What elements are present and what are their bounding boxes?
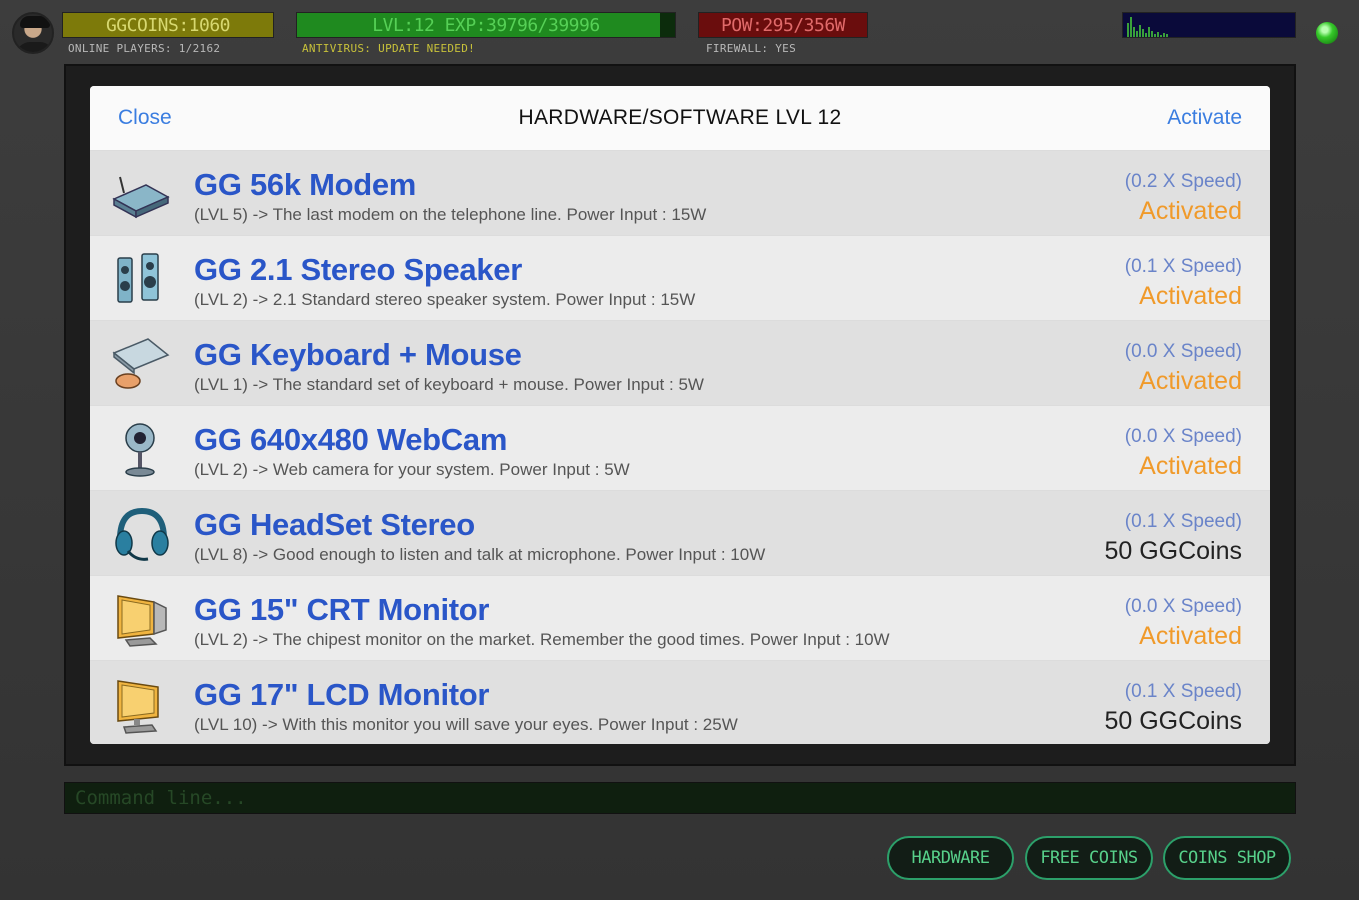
hardware-dialog: Close HARDWARE/SOFTWARE LVL 12 Activate … (90, 86, 1270, 744)
item-description: (LVL 8) -> Good enough to listen and tal… (194, 545, 766, 564)
keyboard-mouse-icon (110, 333, 172, 395)
item-name: GG HeadSet Stereo (194, 507, 475, 542)
item-description: (LVL 10) -> With this monitor you will s… (194, 715, 738, 734)
item-speed: (0.2 X Speed) (1124, 171, 1242, 192)
hardware-item-row[interactable]: GG 2.1 Stereo Speaker (LVL 2) -> 2.1 Stan… (90, 235, 1270, 320)
graph-bar (1148, 27, 1150, 37)
graph-bar (1154, 34, 1156, 37)
item-speed: (0.0 X Speed) (1124, 596, 1242, 617)
item-speed: (0.1 X Speed) (1124, 511, 1242, 532)
antivirus-status: ANTIVIRUS: UPDATE NEEDED! (302, 42, 476, 55)
item-description: (LVL 1) -> The standard set of keyboard … (194, 375, 704, 394)
hardware-item-row[interactable]: GG 56k Modem (LVL 5) -> The last modem on… (90, 150, 1270, 235)
item-activated-status: Activated (1139, 367, 1242, 395)
graph-bar (1163, 33, 1165, 37)
item-speed: (0.0 X Speed) (1124, 341, 1242, 362)
item-name: GG 640x480 WebCam (194, 422, 508, 457)
item-description: (LVL 2) -> The chipest monitor on the ma… (194, 630, 890, 649)
graph-bar (1157, 32, 1159, 37)
item-price[interactable]: 50 GGCoins (1104, 707, 1242, 736)
item-name: GG 56k Modem (194, 167, 417, 202)
status-led-icon (1316, 22, 1338, 44)
item-price[interactable]: 50 GGCoins (1104, 537, 1242, 566)
item-activated-status: Activated (1139, 622, 1242, 650)
hardware-list: GG 56k Modem (LVL 5) -> The last modem on… (90, 150, 1270, 744)
graph-bar (1139, 25, 1141, 37)
speaker-icon (110, 248, 172, 310)
item-description: (LVL 2) -> Web camera for your system. P… (194, 460, 630, 479)
graph-bar (1166, 34, 1168, 37)
command-line-input[interactable] (75, 786, 1285, 810)
level-exp-bar: LVL:12 EXP:39796/39996 (296, 12, 676, 38)
dialog-header: Close HARDWARE/SOFTWARE LVL 12 Activate (90, 86, 1270, 150)
close-button[interactable]: Close (118, 106, 172, 130)
graph-bar (1127, 23, 1129, 37)
item-speed: (0.1 X Speed) (1124, 256, 1242, 277)
modem-icon (110, 163, 172, 225)
graph-bar (1151, 31, 1153, 37)
graph-bar (1136, 31, 1138, 37)
item-name: GG 15" CRT Monitor (194, 592, 490, 627)
item-speed: (0.0 X Speed) (1124, 426, 1242, 447)
power-meter: POW:295/356W (698, 12, 868, 38)
hardware-item-row[interactable]: GG 15" CRT Monitor (LVL 2) -> The chipest… (90, 575, 1270, 660)
item-speed: (0.1 X Speed) (1124, 681, 1242, 702)
graph-bar (1145, 33, 1147, 37)
crt-monitor-icon (110, 588, 172, 650)
lcd-monitor-icon (110, 673, 172, 735)
item-description: (LVL 2) -> 2.1 Standard stereo speaker s… (194, 290, 696, 309)
activate-button[interactable]: Activate (1167, 106, 1242, 130)
graph-bar (1133, 27, 1135, 37)
online-players-label: ONLINE PLAYERS: 1/2162 (68, 42, 221, 55)
webcam-icon (110, 418, 172, 480)
coins-shop-button[interactable]: COINS SHOP (1163, 836, 1291, 880)
item-name: GG 17" LCD Monitor (194, 677, 490, 712)
level-exp-label: LVL:12 EXP:39796/39996 (372, 14, 600, 36)
player-avatar[interactable] (12, 12, 54, 54)
graph-bar (1160, 35, 1162, 37)
command-line[interactable] (64, 782, 1296, 814)
item-name: GG Keyboard + Mouse (194, 337, 522, 372)
hardware-item-row[interactable]: GG 17" LCD Monitor (LVL 10) -> With this … (90, 660, 1270, 744)
hardware-item-row[interactable]: GG Keyboard + Mouse (LVL 1) -> The standa… (90, 320, 1270, 405)
network-activity-graph (1122, 12, 1296, 38)
graph-bar (1142, 29, 1144, 37)
graph-bar (1130, 17, 1132, 37)
dialog-title: HARDWARE/SOFTWARE LVL 12 (518, 106, 842, 129)
hardware-item-row[interactable]: GG 640x480 WebCam (LVL 2) -> Web camera f… (90, 405, 1270, 490)
item-activated-status: Activated (1139, 282, 1242, 310)
hardware-button[interactable]: HARDWARE (887, 836, 1014, 880)
item-name: GG 2.1 Stereo Speaker (194, 252, 522, 287)
headset-icon (110, 503, 172, 565)
item-activated-status: Activated (1139, 197, 1242, 225)
hardware-item-row[interactable]: GG HeadSet Stereo (LVL 8) -> Good enough … (90, 490, 1270, 575)
firewall-status: FIREWALL: YES (706, 42, 796, 55)
coins-counter: GGCOINS:1060 (62, 12, 274, 38)
game-window: GGCOINS:1060 ONLINE PLAYERS: 1/2162 LVL:… (0, 0, 1359, 900)
item-activated-status: Activated (1139, 452, 1242, 480)
free-coins-button[interactable]: FREE COINS (1025, 836, 1153, 880)
item-description: (LVL 5) -> The last modem on the telepho… (194, 205, 707, 224)
